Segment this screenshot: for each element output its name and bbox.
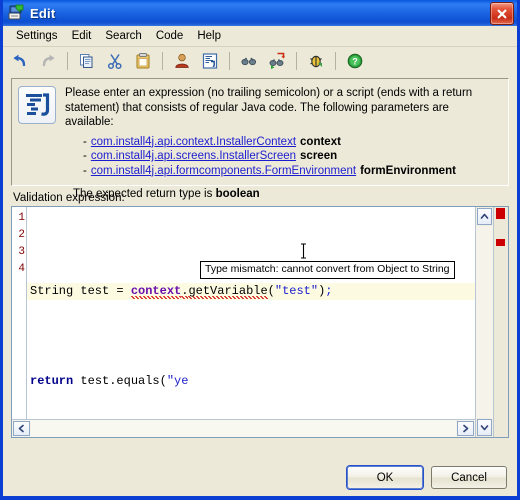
code-token-pre: String test = [30, 284, 131, 298]
line-number-gutter: 1 2 3 4 [12, 207, 27, 419]
menu-settings[interactable]: Settings [9, 28, 65, 44]
edit-dialog-window: Edit Settings Edit Search Code Help ? Pl… [0, 0, 520, 500]
code-token-string: "ye [166, 374, 189, 388]
toolbar-separator [335, 52, 336, 70]
menu-bar: Settings Edit Search Code Help [3, 26, 517, 47]
bullet-dash: - [83, 164, 87, 177]
toolbar-separator [162, 52, 163, 70]
scroll-left-icon[interactable] [13, 421, 30, 436]
svg-text:?: ? [352, 57, 358, 67]
menu-help[interactable]: Help [190, 28, 228, 44]
code-editor-main: 1 2 3 4 String test = context.getVariabl… [12, 207, 475, 437]
undo-icon[interactable] [7, 48, 33, 74]
code-token-open-paren: ( [267, 284, 275, 298]
redo-icon[interactable] [35, 48, 61, 74]
close-icon[interactable] [490, 2, 514, 25]
find-icon[interactable] [236, 48, 262, 74]
script-properties-icon[interactable] [197, 48, 223, 74]
menu-search[interactable]: Search [98, 28, 148, 44]
java-script-icon [18, 86, 56, 124]
return-type-note: The expected return type is boolean [73, 187, 500, 202]
code-line: String test = context.getVariable("test"… [27, 283, 475, 300]
script-edit-icon [7, 4, 25, 22]
paste-icon[interactable] [130, 48, 156, 74]
info-panel: Please enter an expression (no trailing … [11, 78, 509, 200]
error-overview-ruler[interactable] [493, 207, 508, 437]
bullet-dash: - [83, 135, 87, 148]
line-number: 1 [18, 212, 25, 224]
error-marker[interactable] [496, 208, 505, 219]
vertical-scroll-track[interactable] [476, 226, 493, 418]
debug-icon[interactable] [303, 48, 329, 74]
copy-icon[interactable] [74, 48, 100, 74]
parameter-name: context [300, 135, 341, 148]
line-number: 3 [18, 246, 25, 258]
return-type-value: boolean [215, 188, 260, 200]
code-token-error: context [130, 284, 182, 299]
code-token-mid: test.equals( [73, 374, 167, 388]
code-token-semicolon: ; [325, 284, 333, 298]
line-number: 2 [18, 229, 25, 241]
parameter-type-link[interactable]: com.install4j.api.context.InstallerConte… [91, 136, 296, 148]
user-icon[interactable] [169, 48, 195, 74]
toolbar-separator [296, 52, 297, 70]
vertical-scrollbar[interactable] [475, 207, 493, 437]
scroll-up-icon[interactable] [477, 208, 492, 225]
info-text: Please enter an expression (no trailing … [65, 86, 500, 200]
dialog-client-area: Settings Edit Search Code Help ? Please … [3, 26, 517, 496]
parameter-item: - com.install4j.api.context.InstallerCont… [83, 135, 500, 150]
horizontal-scrollbar[interactable] [12, 419, 475, 437]
code-line: return test.equals("ye [27, 373, 475, 390]
find-next-icon[interactable] [264, 48, 290, 74]
code-text-area[interactable]: String test = context.getVariable("test"… [27, 207, 475, 419]
code-editor: 1 2 3 4 String test = context.getVariabl… [11, 206, 509, 438]
parameter-name: formEnvironment [360, 164, 456, 177]
scroll-down-icon[interactable] [477, 419, 492, 436]
window-title: Edit [30, 5, 56, 21]
parameter-type-link[interactable]: com.install4j.api.formcomponents.FormEnv… [91, 165, 356, 177]
cut-icon[interactable] [102, 48, 128, 74]
line-number: 4 [18, 263, 25, 275]
menu-code[interactable]: Code [149, 28, 191, 44]
menu-edit[interactable]: Edit [65, 28, 99, 44]
code-token-method: getVariable [188, 284, 268, 299]
info-intro: Please enter an expression (no trailing … [65, 87, 473, 128]
bullet-dash: - [83, 150, 87, 162]
code-token-keyword: return [30, 374, 74, 388]
toolbar-separator [67, 52, 68, 70]
parameter-item: - com.install4j.api.screens.InstallerScre… [83, 149, 500, 164]
code-editor-body: 1 2 3 4 String test = context.getVariabl… [12, 207, 475, 419]
return-type-prefix: The expected return type is [73, 188, 216, 200]
dialog-button-bar: OK Cancel [347, 466, 507, 489]
parameter-type-link[interactable]: com.install4j.api.screens.InstallerScree… [91, 150, 296, 162]
toolbar-separator [229, 52, 230, 70]
parameter-list: - com.install4j.api.context.InstallerCont… [83, 135, 500, 179]
ok-button[interactable]: OK [347, 466, 423, 489]
cancel-button[interactable]: Cancel [431, 466, 507, 489]
tool-bar: ? [3, 47, 517, 75]
parameter-name: screen [300, 150, 338, 162]
code-token-string: "test" [274, 284, 319, 298]
error-marker[interactable] [496, 239, 505, 246]
help-icon[interactable]: ? [342, 48, 368, 74]
scroll-right-icon[interactable] [457, 421, 474, 436]
error-tooltip: Type mismatch: cannot convert from Objec… [200, 261, 455, 279]
title-bar: Edit [3, 0, 517, 26]
parameter-item: - com.install4j.api.formcomponents.FormEn… [83, 164, 500, 179]
horizontal-scroll-track[interactable] [31, 420, 456, 437]
